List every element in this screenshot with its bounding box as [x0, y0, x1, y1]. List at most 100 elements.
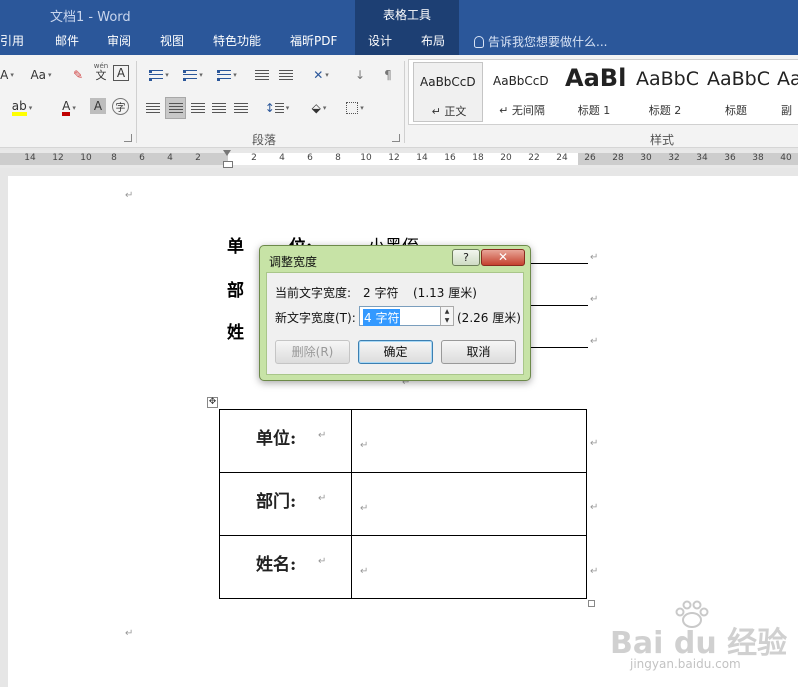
help-button[interactable]: ?	[452, 249, 480, 266]
table-cell[interactable]: 单位: ↵	[219, 409, 352, 473]
ruler-tick: 16	[444, 153, 456, 163]
paragraph-dialog-launcher[interactable]	[392, 134, 400, 142]
table-resize-handle[interactable]	[588, 600, 595, 607]
row-end-mark: ↵	[590, 566, 599, 577]
style-subtitle[interactable]: Aa 副	[771, 62, 798, 122]
style-heading-1[interactable]: AaBl 标题 1	[559, 62, 629, 122]
bullets-button[interactable]: ▾	[144, 65, 174, 85]
new-width-spinner[interactable]: ▲ ▼	[440, 306, 454, 326]
justify-button[interactable]	[210, 98, 228, 118]
align-right-icon	[191, 102, 205, 114]
clear-format-icon[interactable]: ✎	[68, 65, 88, 85]
underline	[530, 347, 588, 348]
enclose-characters-button[interactable]: 字	[112, 98, 129, 115]
phonetic-guide-button[interactable]: wén 文	[92, 61, 110, 81]
underline	[530, 305, 588, 306]
line-spacing-icon: ↕	[264, 101, 275, 115]
styles-group-label: 样式	[650, 133, 675, 147]
ruler-tick: 28	[612, 153, 624, 163]
show-marks-button[interactable]: ¶	[378, 65, 398, 85]
multilevel-list-button[interactable]: ▾	[212, 65, 242, 85]
watermark-brand: Bai du 经验	[610, 626, 788, 661]
paragraph-mark: ↵	[125, 628, 134, 639]
row-end-mark: ↵	[590, 438, 599, 449]
font-color-button[interactable]: A ▾	[54, 98, 84, 118]
style-name: ↵ 无间隔	[499, 104, 545, 117]
paragraph-group-label: 段落	[252, 133, 277, 147]
tell-me-box[interactable]: 告诉我您想要做什么...	[474, 33, 607, 50]
line-spacing-button[interactable]: ↕ ▾	[262, 98, 292, 118]
align-left-button[interactable]	[144, 98, 162, 118]
align-left-icon	[146, 102, 160, 114]
baidu-watermark: Bai du 经验 jingyan.baidu.com	[610, 600, 790, 680]
character-border-button[interactable]: A	[113, 65, 129, 81]
change-case-button[interactable]: Aa ▾	[26, 65, 56, 85]
horizontal-ruler[interactable]: 14 12 10 8 6 4 2 2 4 6 8 10 12 14 16 18 20 22 24 26 28 30 32 34…	[0, 150, 798, 168]
style-no-spacing[interactable]: AaBbCcD ↵ 无间隔	[487, 62, 557, 122]
table-cell[interactable]: ↵	[351, 409, 587, 473]
font-dialog-launcher[interactable]	[124, 134, 132, 142]
align-center-button[interactable]	[165, 97, 186, 119]
align-right-button[interactable]	[189, 98, 207, 118]
tab-special-features[interactable]: 特色功能	[213, 32, 261, 49]
ruler-tick: 8	[335, 153, 341, 163]
tab-review[interactable]: 审阅	[107, 32, 131, 49]
table-row: 姓名: ↵ ↵	[219, 535, 587, 599]
multilevel-list-icon	[217, 69, 232, 81]
ok-button[interactable]: 确定	[358, 340, 433, 364]
grow-font-button[interactable]: A ▾	[0, 65, 14, 85]
tab-table-design[interactable]: 设计	[368, 32, 392, 49]
pilcrow-icon: ¶	[384, 68, 392, 82]
table-cell[interactable]: ↵	[351, 472, 587, 536]
indent-marker[interactable]	[222, 150, 233, 168]
delete-button[interactable]: 删除(R)	[275, 340, 350, 364]
ruler-tick: 10	[360, 153, 372, 163]
decrease-indent-button[interactable]	[252, 65, 272, 85]
new-width-input[interactable]: 4 字符	[359, 306, 441, 326]
style-title[interactable]: AaBbC 标题	[701, 62, 771, 122]
new-width-label: 新文字宽度(T):	[275, 311, 356, 325]
table-cell[interactable]: 姓名: ↵	[219, 535, 352, 599]
sort-button[interactable]: ↓	[350, 65, 370, 85]
sort-icon: ↓	[354, 68, 366, 82]
table-cell-label: 单位:	[256, 429, 297, 449]
paragraph-mark: ↵	[125, 190, 134, 201]
tab-view[interactable]: 视图	[160, 32, 184, 49]
table-cell-label: 姓名:	[256, 555, 297, 575]
distributed-button[interactable]	[232, 98, 250, 118]
ruler-tick: 2	[195, 153, 201, 163]
style-heading-2[interactable]: AaBbC 标题 2	[630, 62, 700, 122]
paragraph-mark: ↵	[590, 252, 599, 263]
table-cell[interactable]: ↵	[351, 535, 587, 599]
spin-down-icon[interactable]: ▼	[441, 316, 453, 325]
style-name: ↵ 正文	[431, 105, 467, 118]
table-cell[interactable]: 部门: ↵	[219, 472, 352, 536]
chinese-layout-button[interactable]: ✕ ▾	[306, 65, 336, 85]
decrease-indent-icon	[255, 69, 269, 81]
text-highlight-button[interactable]: ab ▾	[0, 98, 44, 118]
distributed-icon	[234, 102, 248, 114]
close-button[interactable]: ✕	[481, 249, 525, 266]
ruler-tick: 2	[251, 153, 257, 163]
increase-indent-button[interactable]	[276, 65, 296, 85]
tab-foxit-pdf[interactable]: 福昕PDF	[290, 32, 337, 49]
chinese-layout-icon: ✕	[313, 68, 324, 82]
cancel-button[interactable]: 取消	[441, 340, 516, 364]
numbering-button[interactable]: ▾	[178, 65, 208, 85]
watermark-url: jingyan.baidu.com	[630, 657, 741, 671]
tab-table-layout[interactable]: 布局	[421, 32, 445, 49]
increase-indent-icon	[279, 69, 293, 81]
table-row: 部门: ↵ ↵	[219, 472, 587, 536]
style-normal[interactable]: AaBbCcD ↵ 正文	[413, 62, 483, 122]
borders-button[interactable]: ▾	[340, 98, 370, 118]
ruler-tick: 12	[52, 153, 64, 163]
tab-mailings[interactable]: 邮件	[55, 32, 79, 49]
form-label-unit-char1: 单	[227, 237, 244, 257]
tab-references[interactable]: 引用	[0, 32, 24, 49]
character-shading-button[interactable]: A	[90, 98, 106, 114]
ruler-tick: 18	[472, 153, 484, 163]
spin-up-icon[interactable]: ▲	[441, 307, 453, 316]
paragraph-mark: ↵	[590, 336, 599, 347]
shading-button[interactable]: ⬙ ▾	[304, 98, 334, 118]
table-move-handle[interactable]: ✥	[207, 397, 218, 408]
